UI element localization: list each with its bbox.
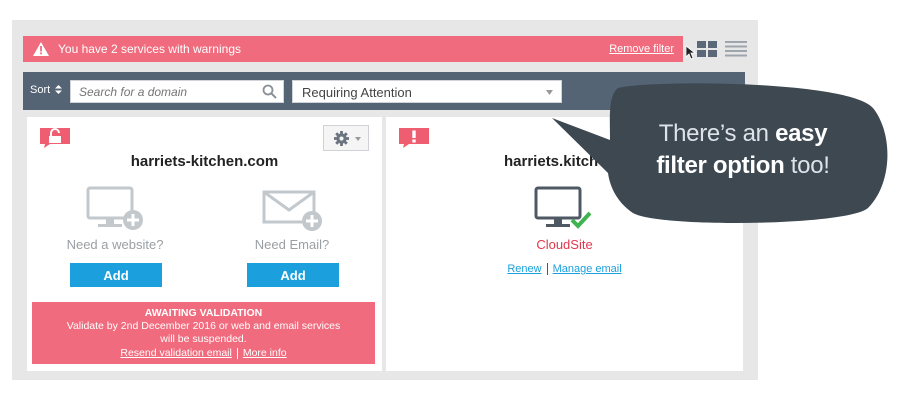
link-divider <box>546 263 548 276</box>
remove-filter-link[interactable]: Remove filter <box>609 43 674 55</box>
search-icon[interactable] <box>262 84 277 99</box>
warning-bar: You have 2 services with warnings Remove… <box>23 36 683 62</box>
filter-selected-value: Requiring Attention <box>302 85 412 100</box>
add-website-icon <box>86 186 143 230</box>
settings-button[interactable] <box>323 125 369 151</box>
add-website-button[interactable]: Add <box>70 263 162 287</box>
resend-validation-link[interactable]: Resend validation email <box>120 347 231 359</box>
grid-view-icon[interactable] <box>697 41 717 57</box>
alert-icon <box>399 128 429 148</box>
service-name: CloudSite <box>536 237 593 252</box>
gear-icon <box>334 131 349 146</box>
callout-part-4: too! <box>784 152 830 179</box>
renew-link[interactable]: Renew <box>507 263 541 275</box>
warning-icon <box>33 42 49 56</box>
unlocked-icon <box>40 128 70 148</box>
callout-part-3: filter option <box>656 152 785 179</box>
add-email-icon <box>262 190 322 231</box>
need-website-label: Need a website? <box>66 237 164 252</box>
callout-part-1: There’s an <box>658 120 776 147</box>
add-email-button[interactable]: Add <box>247 263 339 287</box>
warning-text: You have 2 services with warnings <box>58 42 241 56</box>
mouse-cursor-icon <box>686 46 696 60</box>
sort-label: Sort <box>30 84 51 96</box>
validation-line-1: Validate by 2nd December 2016 or web and… <box>66 320 341 332</box>
callout-text: There’s an easy filter option too! <box>628 118 858 182</box>
manage-email-link[interactable]: Manage email <box>553 263 622 275</box>
validation-line-2: will be suspended. <box>160 333 247 345</box>
link-divider <box>236 347 238 359</box>
chevron-down-icon <box>355 137 361 141</box>
service-links: Renew Manage email <box>386 263 743 276</box>
sort-button[interactable]: Sort <box>30 84 63 96</box>
more-info-link[interactable]: More info <box>243 347 287 359</box>
search-input[interactable] <box>71 81 256 102</box>
sort-arrows-icon <box>55 85 63 94</box>
need-email-label: Need Email? <box>254 237 330 252</box>
domain-name: harriets-kitchen.com <box>130 153 279 170</box>
list-view-icon[interactable] <box>725 41 747 57</box>
validation-links: Resend validation email More info <box>32 347 375 360</box>
callout-part-2: easy <box>775 120 828 147</box>
validation-title: AWAITING VALIDATION <box>144 307 263 319</box>
filter-dropdown[interactable]: Requiring Attention <box>292 80 562 103</box>
validation-notice: AWAITING VALIDATION Validate by 2nd Dece… <box>32 302 375 364</box>
domain-search <box>70 80 284 103</box>
